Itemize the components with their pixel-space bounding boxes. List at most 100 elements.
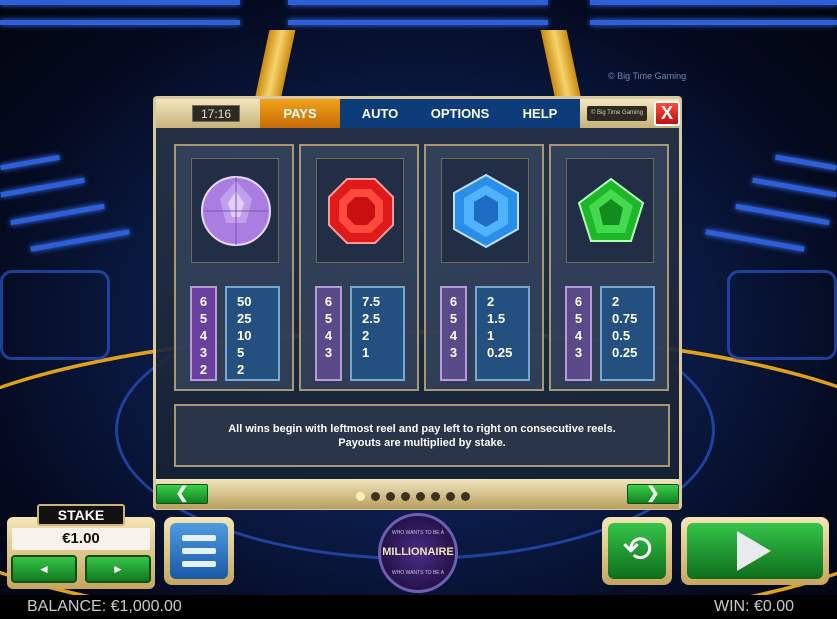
light-stripe (288, 20, 548, 25)
autoplay-button[interactable]: ⟲ (602, 517, 672, 585)
payout-value: 0.5 (612, 328, 631, 343)
spin-button-face (687, 523, 823, 579)
page-indicator (356, 492, 486, 502)
count-value: 6 (449, 294, 458, 309)
page-dot[interactable] (461, 492, 470, 501)
logo-top-text: WHO WANTS TO BE A (391, 530, 445, 536)
count-value: 5 (449, 311, 458, 326)
stage-light (0, 270, 110, 360)
stake-value: €1.00 (12, 528, 150, 550)
decrease-stake-button[interactable]: ◄ (11, 555, 77, 583)
close-button[interactable]: X (654, 101, 680, 126)
increase-stake-button[interactable]: ► (85, 555, 151, 583)
tab-help[interactable]: HELP (500, 99, 580, 128)
gold-pillar (254, 30, 296, 100)
page-dot[interactable] (431, 492, 440, 501)
menu-button[interactable] (164, 517, 234, 585)
count-value: 6 (574, 294, 583, 309)
clock: 17:16 (192, 105, 240, 122)
symbol-column: 6 5 4 3 2 0.75 0.5 0.25 (549, 144, 669, 391)
count-value: 5 (324, 311, 333, 326)
count-value: 6 (324, 294, 333, 309)
green-pentagon-gem-icon (577, 177, 645, 242)
page-dot[interactable] (371, 492, 380, 501)
symbol-column: 6 5 4 3 7.5 2.5 2 1 (299, 144, 419, 391)
light-stripe (752, 177, 837, 198)
brand-badge: © Big Time Gaming (587, 106, 647, 121)
payout-value: 2.5 (362, 311, 381, 326)
light-stripe (0, 20, 240, 25)
tab-options[interactable]: OPTIONS (420, 99, 500, 128)
logo-title: MILLIONAIRE (382, 546, 454, 558)
count-value: 3 (574, 345, 583, 360)
payout-value: 2 (237, 362, 245, 377)
next-page-button[interactable]: ❯ (627, 484, 679, 504)
payout-value: 0.25 (612, 345, 638, 360)
purple-diamond-icon (201, 176, 271, 246)
page-dot[interactable] (401, 492, 410, 501)
menu-line (182, 535, 216, 541)
page-dot[interactable] (386, 492, 395, 501)
developer-credit: © Big Time Gaming (608, 71, 687, 81)
red-octagon-gem-icon (328, 178, 394, 244)
light-stripe (590, 0, 837, 5)
payout-value: 7.5 (362, 294, 381, 309)
blue-hexagon-gem-icon (453, 173, 519, 249)
logo-bottom-text: WHO WANTS TO BE A (391, 570, 445, 576)
paytable-panel: 17:16 PAYS AUTO OPTIONS HELP © Big Time … (153, 96, 682, 510)
page-dot[interactable] (356, 492, 365, 501)
light-stripe (775, 154, 837, 171)
payout-value: 0.75 (612, 311, 638, 326)
payout-values: 2 1.5 1 0.25 (475, 286, 530, 381)
match-counts: 6 5 4 3 (440, 286, 467, 381)
spin-button[interactable] (681, 517, 829, 585)
menu-icon (170, 523, 228, 579)
menu-line (182, 561, 216, 567)
paytable-header: 17:16 PAYS AUTO OPTIONS HELP © Big Time … (156, 99, 680, 128)
previous-page-button[interactable]: ❮ (156, 484, 208, 504)
symbol-column: 6 5 4 3 2 1.5 1 0.25 (424, 144, 544, 391)
symbol-frame (191, 158, 279, 263)
count-value: 3 (199, 345, 208, 360)
page-dot[interactable] (416, 492, 425, 501)
count-value: 5 (199, 311, 208, 326)
payout-value: 5 (237, 345, 245, 360)
payout-values: 7.5 2.5 2 1 (350, 286, 405, 381)
symbol-frame (316, 158, 404, 263)
payout-values: 2 0.75 0.5 0.25 (600, 286, 655, 381)
count-value: 5 (574, 311, 583, 326)
balance-display: BALANCE: €1,000.00 (27, 598, 182, 615)
light-stripe (0, 177, 85, 198)
light-stripe (0, 0, 240, 5)
payout-value: 25 (237, 311, 252, 326)
light-stripe (0, 154, 60, 171)
page-dot[interactable] (446, 492, 455, 501)
payout-value: 50 (237, 294, 252, 309)
count-value: 4 (449, 328, 458, 343)
tab-auto[interactable]: AUTO (340, 99, 420, 128)
light-stripe (705, 229, 805, 252)
stake-control: STAKE €1.00 ◄ ► (7, 504, 155, 589)
win-display: WIN: €0.00 (713, 598, 794, 615)
payout-value: 10 (237, 328, 252, 343)
stage-light (727, 270, 837, 360)
tab-pays[interactable]: PAYS (260, 99, 340, 128)
page-navigation: ❮ ❯ (156, 479, 679, 509)
millionaire-logo: WHO WANTS TO BE A MILLIONAIRE WHO WANTS … (378, 513, 458, 593)
payout-value: 2 (612, 294, 620, 309)
rules-line: All wins begin with leftmost reel and pa… (228, 423, 616, 435)
light-stripe (735, 203, 830, 226)
play-icon (737, 531, 771, 571)
payout-value: 2 (487, 294, 495, 309)
status-bar: BALANCE: €1,000.00 WIN: €0.00 (0, 595, 837, 619)
rules-line: Payouts are multiplied by stake. (338, 437, 506, 449)
repeat-icon: ⟲ (608, 523, 666, 579)
light-stripe (288, 0, 548, 5)
symbol-frame (566, 158, 654, 263)
count-value: 3 (324, 345, 333, 360)
light-stripe (30, 229, 130, 252)
count-value: 4 (324, 328, 333, 343)
match-counts: 6 5 4 3 (315, 286, 342, 381)
rules-info: All wins begin with leftmost reel and pa… (174, 404, 670, 467)
light-stripe (10, 203, 105, 226)
